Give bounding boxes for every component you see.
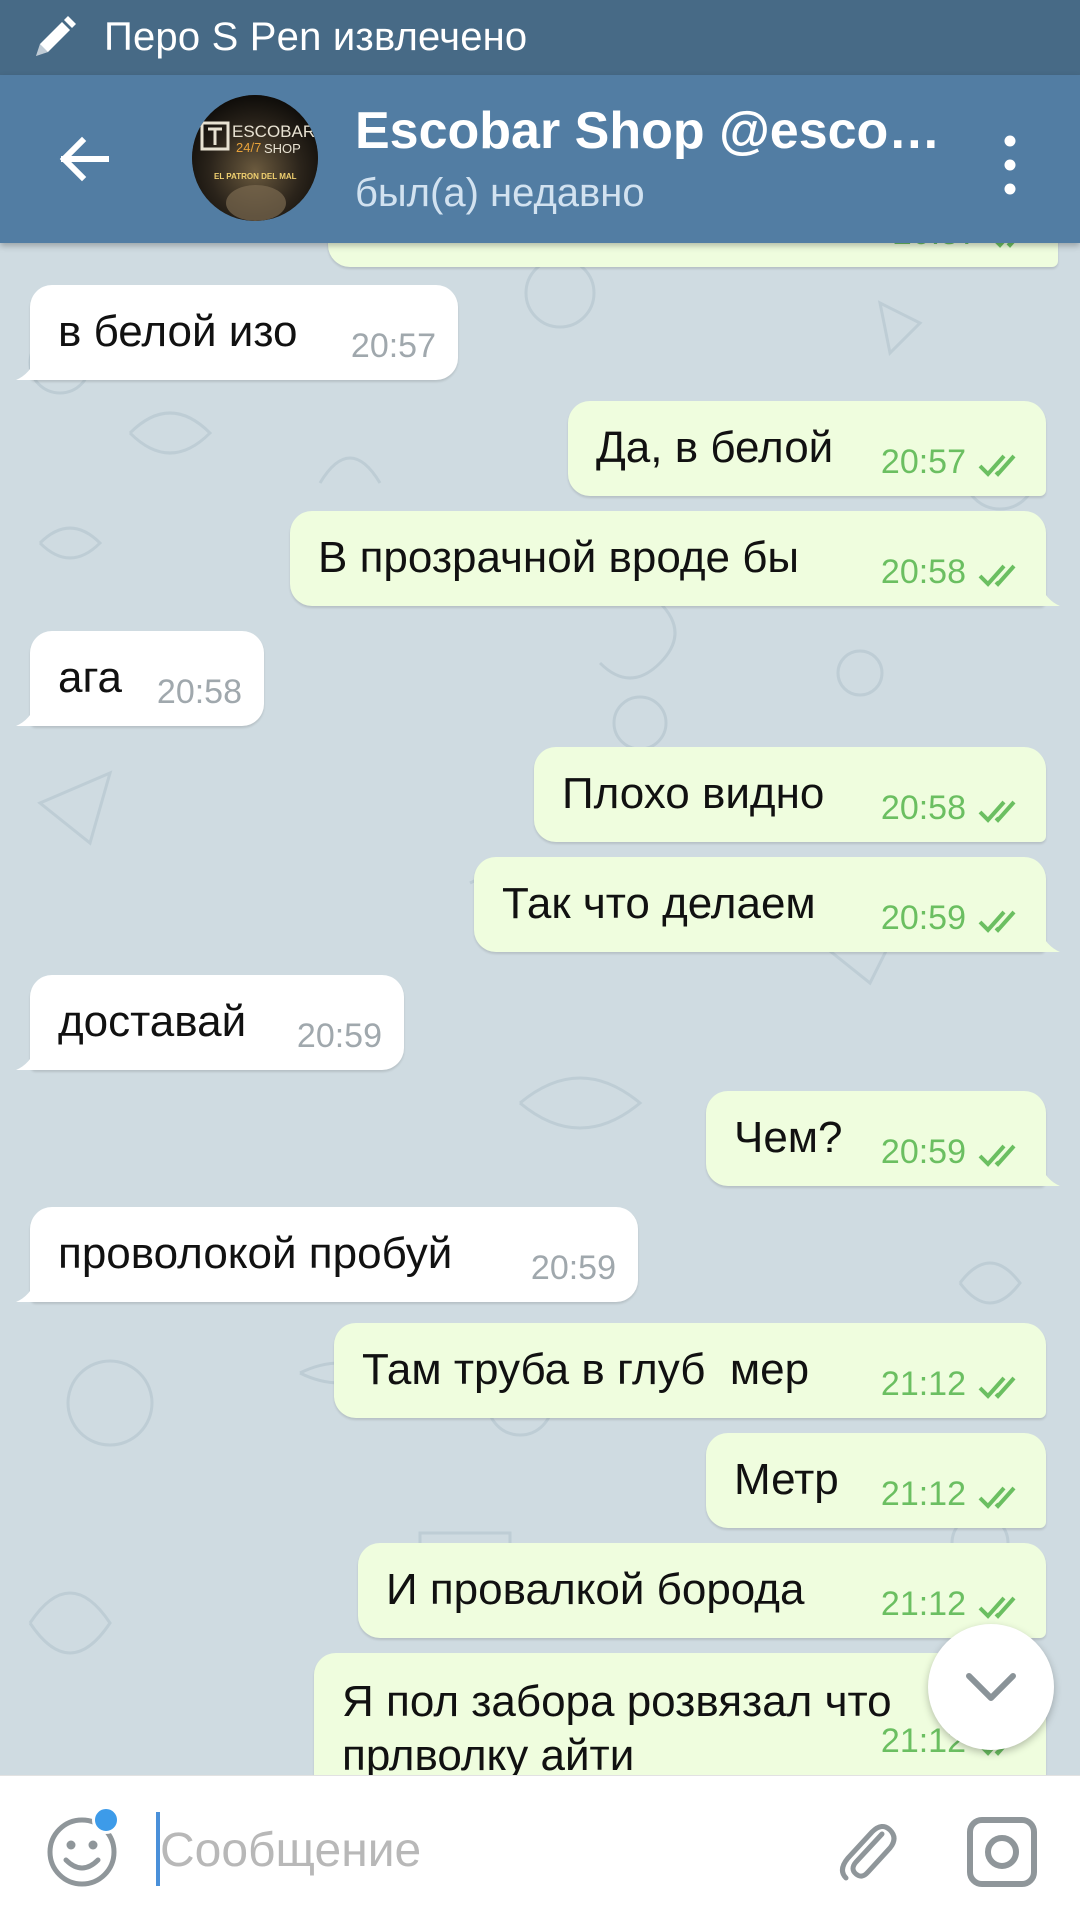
more-vertical-icon[interactable] xyxy=(990,125,1030,205)
message-text: Так что делаем xyxy=(502,879,816,928)
message-time: 20:57 xyxy=(893,243,978,253)
chevron-down-icon xyxy=(966,1673,1016,1701)
message-bubble-out[interactable]: Там труба в глуб мер 21:12 xyxy=(334,1323,1046,1418)
message-bubble-out[interactable]: Чем? 20:59 xyxy=(706,1091,1060,1186)
message-text: Метр xyxy=(734,1455,839,1504)
pen-icon xyxy=(36,15,76,56)
message-bubble-in[interactable]: проволокой пробуй 20:59 xyxy=(16,1207,638,1302)
message-text: Чем? xyxy=(734,1113,843,1162)
notification-dot xyxy=(92,1806,120,1834)
avatar-logo: ESCOBAR 24/7 SHOP EL PATRON DEL MAL xyxy=(192,95,318,221)
double-check-icon xyxy=(995,243,1015,248)
message-composer xyxy=(0,1775,1080,1920)
message-bubble-in[interactable]: ага 20:58 xyxy=(16,631,264,726)
avatar-text-4: EL PATRON DEL MAL xyxy=(214,172,297,181)
double-check-icon xyxy=(978,800,1016,823)
double-check-icon xyxy=(978,910,1016,933)
chat-status: был(а) недавно xyxy=(355,171,645,215)
message-time: 20:57 xyxy=(350,327,436,365)
message-time: 20:59 xyxy=(296,1017,382,1055)
message-bubble-out[interactable]: Да, в белой 20:57 xyxy=(568,401,1046,496)
message-time: 20:58 xyxy=(880,553,966,591)
avatar[interactable]: ESCOBAR 24/7 SHOP EL PATRON DEL MAL xyxy=(192,95,318,221)
message-bubble-out[interactable]: Плохо видно 20:58 xyxy=(534,747,1046,842)
message-text: Я пол забора розвязал что прлволку айти xyxy=(342,1677,892,1775)
message-text: Плохо видно xyxy=(562,769,825,818)
message-time: 20:59 xyxy=(530,1249,616,1287)
message-bubble-in[interactable]: доставай 20:59 xyxy=(16,975,404,1070)
camera-icon[interactable] xyxy=(964,1814,1040,1890)
message-text: Да, в белой xyxy=(596,423,834,472)
message-time: 20:58 xyxy=(880,789,966,827)
message-text: доставай xyxy=(58,997,247,1046)
bubble-tail xyxy=(1040,930,1060,952)
double-check-icon xyxy=(978,1596,1016,1619)
double-check-icon xyxy=(978,564,1016,587)
status-bar: Перо S Pen извлечено xyxy=(0,0,1080,75)
status-text: Перо S Pen извлечено xyxy=(104,15,528,59)
message-time: 21:12 xyxy=(880,1475,966,1513)
message-time: 21:12 xyxy=(880,1365,966,1403)
double-check-icon xyxy=(978,1486,1016,1509)
message-bubble-out[interactable]: 20:57 xyxy=(328,243,1058,267)
message-time: 20:59 xyxy=(880,1133,966,1171)
message-text: в белой изо xyxy=(58,307,298,356)
paperclip-icon[interactable] xyxy=(828,1812,904,1888)
bubble-tail xyxy=(16,358,36,380)
bubble-tail xyxy=(16,1280,36,1302)
double-check-icon xyxy=(978,1144,1016,1167)
message-text: ага xyxy=(58,653,123,702)
avatar-text-2: 24/7 xyxy=(236,140,261,155)
message-input[interactable] xyxy=(160,1810,780,1890)
double-check-icon xyxy=(978,454,1016,477)
message-time: 20:59 xyxy=(880,899,966,937)
message-bubble-out[interactable]: Метр 21:12 xyxy=(706,1433,1046,1528)
message-list[interactable]: 20:57 в белой изо 20:57 Да, в белой 20:5… xyxy=(0,243,1080,1775)
message-bubble-out[interactable]: И провалкой борода 21:12 xyxy=(358,1543,1046,1638)
message-bubble-in[interactable]: в белой изо 20:57 xyxy=(16,285,458,380)
message-bubble-out[interactable]: Так что делаем 20:59 xyxy=(474,857,1060,952)
avatar-text-3: SHOP xyxy=(264,141,301,156)
bubble-tail xyxy=(16,1048,36,1070)
message-bubble-out[interactable]: В прозрачной вроде бы 20:58 xyxy=(290,511,1060,606)
bubble-tail xyxy=(1040,584,1060,606)
message-time: 20:57 xyxy=(880,443,966,481)
bubble-tail xyxy=(1040,1164,1060,1186)
chat-title[interactable]: Escobar Shop @escob… xyxy=(355,101,945,161)
arrow-left-icon[interactable] xyxy=(48,123,120,195)
message-text: И провалкой борода xyxy=(386,1565,805,1614)
scroll-down-button[interactable] xyxy=(928,1624,1054,1750)
chat-header: ESCOBAR 24/7 SHOP EL PATRON DEL MAL Esco… xyxy=(0,75,1080,243)
message-time: 21:12 xyxy=(880,1585,966,1623)
message-time: 20:58 xyxy=(156,673,242,711)
double-check-icon xyxy=(978,1376,1016,1399)
bubble-tail xyxy=(16,704,36,726)
avatar-text-1: ESCOBAR xyxy=(232,122,315,141)
message-text: проволокой пробуй xyxy=(58,1229,453,1278)
message-text: В прозрачной вроде бы xyxy=(318,533,800,582)
message-text: Там труба в глуб мер xyxy=(362,1345,810,1394)
